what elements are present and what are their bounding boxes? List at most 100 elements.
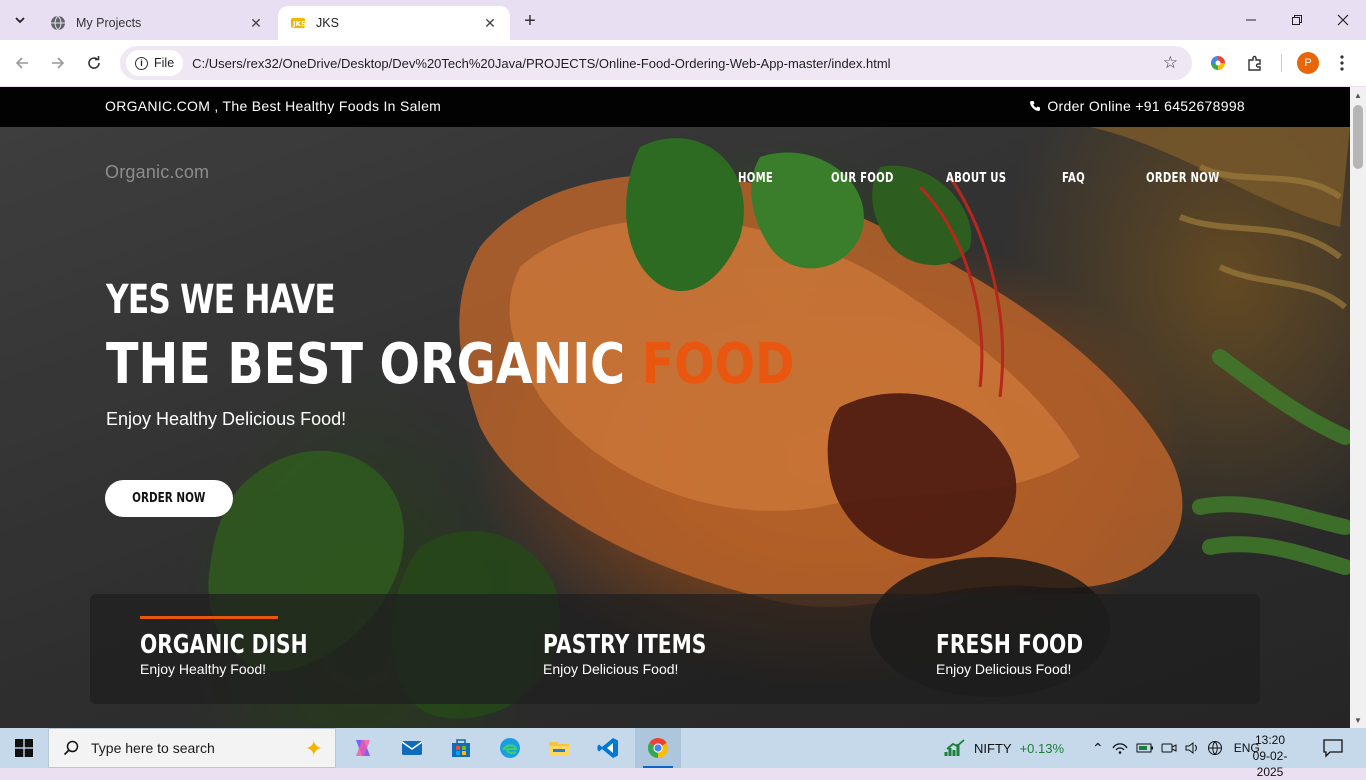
chevron-down-icon [15,17,25,24]
more-menu-icon[interactable] [1330,51,1354,75]
feature-accent-bar [140,616,278,619]
reload-icon [88,56,100,69]
bookmark-star-icon[interactable]: ☆ [1163,53,1178,73]
copilot-icon[interactable] [343,732,383,764]
arrow-left-icon [15,57,28,69]
nav-order-now[interactable]: ORDER NOW [1146,171,1220,186]
order-now-button[interactable]: ORDER NOW [105,480,233,517]
forward-button[interactable] [46,51,70,75]
vscode-icon[interactable] [588,732,628,764]
nav-our-food[interactable]: OUR FOOD [831,171,894,186]
search-placeholder: Type here to search [91,740,215,756]
feature-card: ORGANIC DISH Enjoy Healthy Food! [140,616,355,677]
search-icon [63,740,79,756]
network-icon[interactable] [1111,740,1129,756]
feature-subtitle: Enjoy Delicious Food! [543,661,679,677]
nav-about-us[interactable]: ABOUT US [946,171,1006,186]
topbar-tagline: ORGANIC.COM , The Best Healthy Foods In … [105,98,442,114]
feature-title: ORGANIC DISH [140,630,308,660]
address-bar[interactable]: i File C:/Users/rex32/OneDrive/Desktop/D… [120,46,1192,80]
chrome-icon[interactable] [635,728,681,768]
volume-icon[interactable] [1184,741,1200,755]
topbar-phone-text: Order Online +91 6452678998 [1047,98,1245,114]
color-extension-icon[interactable] [1206,51,1230,75]
tab-title: JKS [316,16,339,30]
chevron-up-icon[interactable]: ⌃ [1092,740,1104,757]
feature-card: FRESH FOOD Enjoy Delicious Food! [936,618,1125,677]
site-favicon-icon: JKS [290,15,306,31]
feature-subtitle: Enjoy Delicious Food! [936,661,1072,677]
globe-icon[interactable] [1207,740,1223,756]
info-icon: i [135,56,148,70]
taskbar-clock[interactable]: 13:20 09-02-2025 [1240,732,1300,780]
tab-title: My Projects [76,16,142,30]
stock-widget[interactable]: NIFTY +0.13% [944,728,1064,768]
scroll-up-arrow-icon[interactable]: ▲ [1350,87,1366,103]
phone-icon [1030,101,1041,111]
topbar-phone[interactable]: Order Online +91 6452678998 [1029,98,1245,114]
svg-text:JKS: JKS [292,20,306,28]
arrow-right-icon [52,57,65,69]
scroll-down-arrow-icon[interactable]: ▼ [1350,712,1366,728]
battery-icon[interactable] [1136,741,1154,755]
order-now-button-label: ORDER NOW [132,491,206,506]
hero-tagline: Enjoy Healthy Delicious Food! [106,409,347,429]
system-tray: ⌃ ENG [1092,728,1260,768]
mail-icon[interactable] [392,732,432,764]
scrollbar-thumb[interactable] [1353,105,1363,169]
tab-my-projects[interactable]: My Projects ✕ [38,6,276,40]
start-button[interactable] [0,728,48,768]
url-text[interactable]: C:/Users/rex32/OneDrive/Desktop/Dev%20Te… [192,56,890,71]
tab-jks[interactable]: JKS JKS ✕ [278,6,510,40]
extensions-puzzle-icon[interactable] [1243,51,1267,75]
close-icon[interactable]: ✕ [248,15,264,31]
info-topbar: ORGANIC.COM , The Best Healthy Foods In … [0,87,1350,127]
back-button[interactable] [10,51,34,75]
nav-home[interactable]: HOME [738,171,773,186]
page-scrollbar[interactable]: ▲ ▼ [1350,87,1366,728]
close-icon [1337,14,1349,26]
browser-toolbar: i File C:/Users/rex32/OneDrive/Desktop/D… [0,40,1366,86]
close-window-button[interactable] [1320,0,1366,40]
close-icon[interactable]: ✕ [482,15,498,31]
clock-date: 09-02-2025 [1252,749,1288,779]
taskbar-search[interactable]: Type here to search ✦ [48,728,336,768]
page-viewport: ORGANIC.COM , The Best Healthy Foods In … [0,87,1350,728]
restore-button[interactable] [1274,0,1320,40]
hero-section: Organic.com HOME OUR FOOD ABOUT US FAQ O… [0,127,1350,728]
clock-time: 13:20 [1254,733,1286,747]
stock-name: NIFTY [974,740,1012,756]
nav-faq[interactable]: FAQ [1062,171,1085,186]
edge-icon[interactable] [490,732,530,764]
site-chip-label: File [154,56,175,70]
features-panel: ORGANIC DISH Enjoy Healthy Food! PASTRY … [90,594,1260,704]
stock-change: +0.13% [1019,740,1065,756]
stock-chart-icon [944,739,965,756]
notification-icon[interactable] [1322,738,1344,758]
site-logo[interactable]: Organic.com [105,162,209,183]
feature-card: PASTRY ITEMS Enjoy Delicious Food! [543,618,753,677]
toolbar-divider [1281,54,1282,72]
file-explorer-icon[interactable] [539,732,579,764]
feature-subtitle: Enjoy Healthy Food! [140,661,267,677]
store-icon[interactable] [441,732,481,764]
hero-headline-accent: FOOD [641,332,795,397]
minimize-icon [1246,19,1256,21]
tab-search-button[interactable] [8,8,32,32]
feature-title: PASTRY ITEMS [543,630,707,660]
feature-title: FRESH FOOD [936,630,1084,660]
reload-button[interactable] [82,51,106,75]
sparkle-icon: ✦ [304,736,323,761]
new-tab-button[interactable]: + [518,9,542,33]
windows-taskbar: Type here to search ✦ NIFTY +0.13% ⌃ ENG… [0,728,1366,779]
hero-headline-main: THE BEST ORGANIC [106,332,626,397]
globe-icon [50,15,66,31]
windows-logo-icon [15,739,33,757]
hero-headline-line2: THE BEST ORGANIC FOOD [106,332,795,397]
browser-tab-bar: My Projects ✕ JKS JKS ✕ + [0,0,1366,40]
minimize-button[interactable] [1228,0,1274,40]
hero-headline-line1: YES WE HAVE [106,277,336,323]
site-info-chip[interactable]: i File [126,50,184,76]
meet-camera-icon[interactable] [1161,741,1177,755]
profile-avatar[interactable]: P [1297,52,1319,74]
